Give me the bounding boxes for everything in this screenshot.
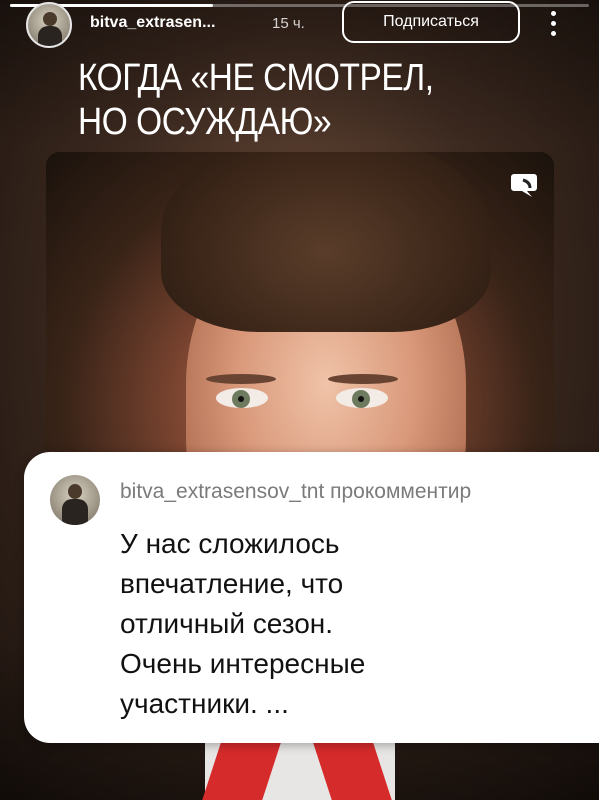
account-username[interactable]: bitva_extrasen... (90, 14, 215, 32)
post-time: 15 ч. (272, 15, 305, 32)
speech-bubble-icon[interactable] (510, 172, 538, 198)
comment-avatar[interactable] (50, 475, 100, 525)
subscribe-button[interactable]: Подписаться (342, 1, 520, 43)
comment-header: bitva_extrasensov_tnt прокомментир (120, 480, 472, 503)
story-title-line: НО ОСУЖДАЮ» (78, 101, 332, 143)
comment-line: отличный сезон. (120, 608, 334, 639)
comment-text: У нас сложилось впечатление, что отличны… (120, 524, 570, 724)
comment-line: У нас сложилось (120, 528, 340, 559)
comment-card[interactable]: bitva_extrasensov_tnt прокомментир У нас… (24, 452, 599, 743)
story-header: bitva_extrasen... 15 ч. Подписаться (0, 0, 599, 48)
comment-line: участники. ... (120, 688, 289, 719)
comment-line: Очень интересные (120, 648, 366, 679)
story-viewer[interactable]: bitva_extrasen... 15 ч. Подписаться КОГД… (0, 0, 599, 800)
story-title-line: КОГДА «НЕ СМОТРЕЛ, (78, 57, 434, 99)
account-avatar[interactable] (26, 2, 72, 48)
more-vertical-icon[interactable] (543, 8, 563, 38)
hair-image (161, 152, 491, 332)
comment-line: впечатление, что (120, 568, 344, 599)
story-title: КОГДА «НЕ СМОТРЕЛ, НО ОСУЖДАЮ» (78, 56, 518, 144)
